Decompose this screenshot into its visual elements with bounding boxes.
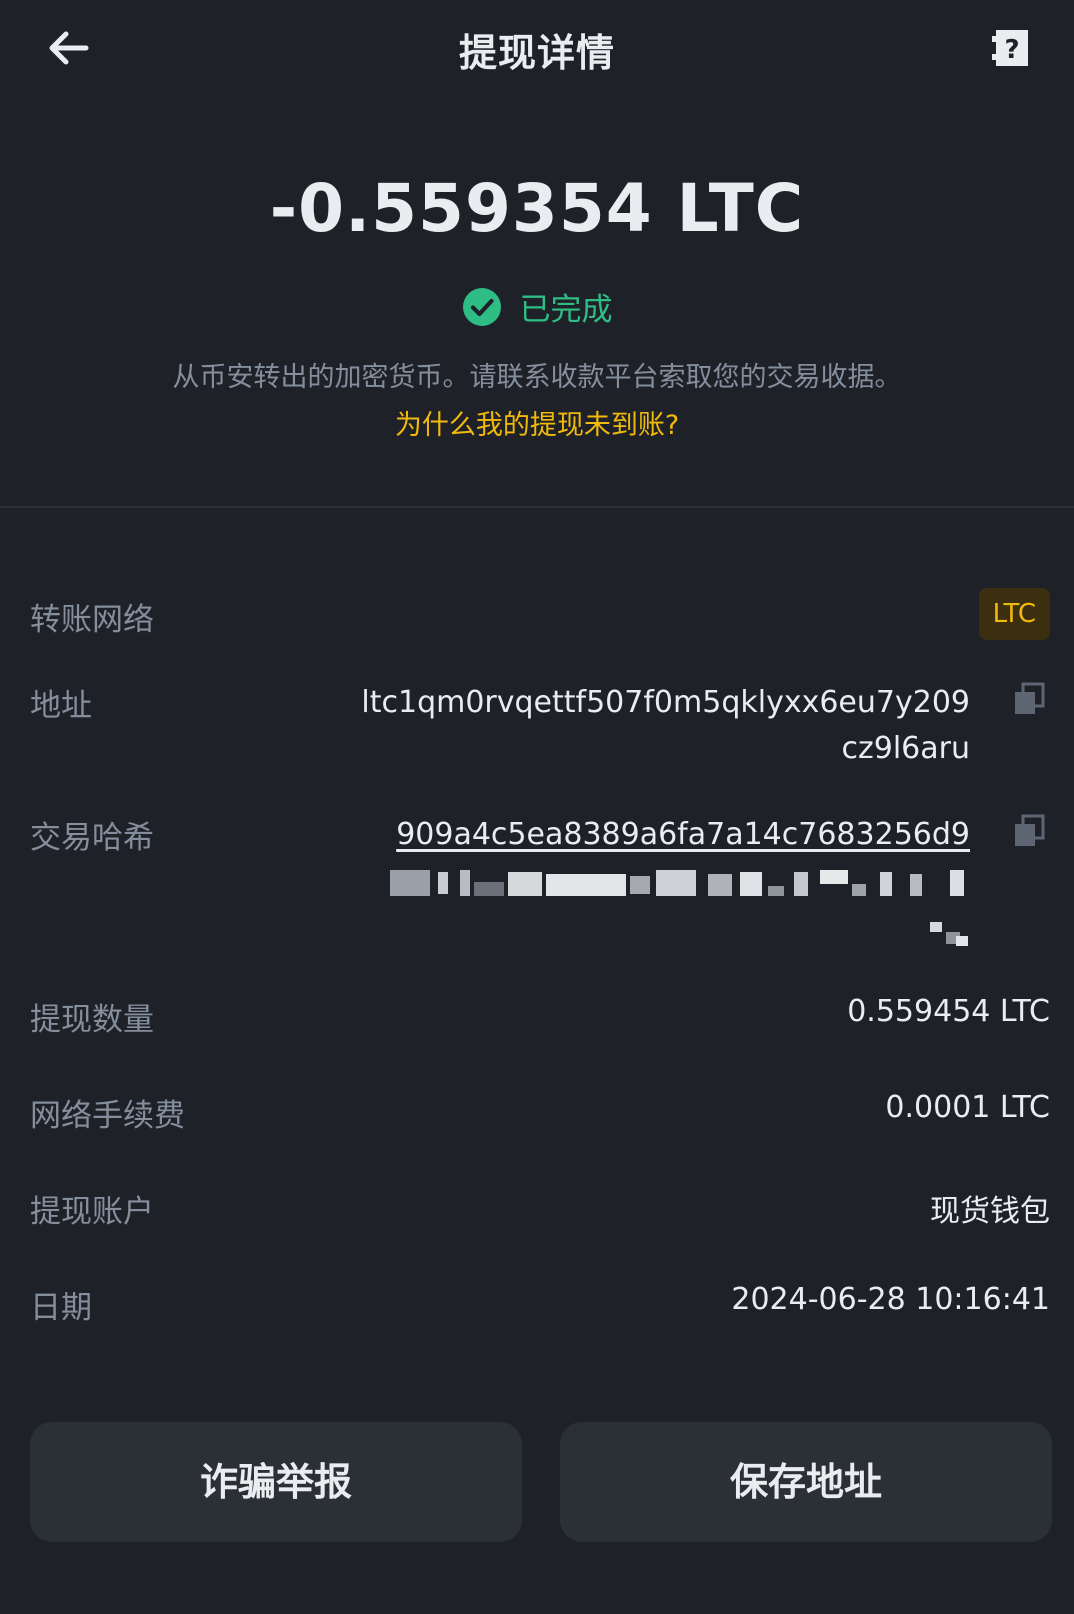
fee-value: 0.0001 LTC	[885, 1090, 1050, 1125]
why-not-received-link[interactable]: 为什么我的提现未到账?	[0, 403, 1074, 442]
network-label: 转账网络	[30, 602, 154, 638]
date-label: 日期	[30, 1290, 92, 1326]
txid-value[interactable]: 909a4c5ea8389a6fa7a14c7683256d9	[350, 812, 970, 858]
help-button[interactable]: ?	[990, 26, 1034, 70]
redacted-hash-text	[930, 922, 968, 946]
address-value: ltc1qm0rvqettf507f0m5qklyxx6eu7y209cz9l6…	[361, 685, 970, 766]
quantity-label: 提现数量	[30, 1002, 154, 1038]
status-row: 已完成	[0, 284, 1074, 329]
redacted-hash-text	[390, 870, 964, 896]
account-value: 现货钱包	[930, 1194, 1050, 1229]
save-address-button[interactable]: 保存地址	[560, 1422, 1052, 1542]
section-divider	[0, 506, 1074, 508]
page-title: 提现详情	[458, 31, 615, 75]
check-circle-icon	[462, 287, 501, 326]
network-badge: LTC	[978, 588, 1050, 640]
withdrawal-detail-screen: 提现详情 ? -0.559354 LTC 已完成 从币安转出的加密货币。请联系收…	[0, 0, 1074, 1614]
quantity-value: 0.559454 LTC	[847, 994, 1050, 1029]
copy-icon[interactable]	[1012, 682, 1046, 716]
date-value: 2024-06-28 10:16:41	[731, 1282, 1050, 1317]
svg-text:?: ?	[1004, 35, 1019, 65]
fee-label: 网络手续费	[30, 1098, 185, 1134]
withdrawal-amount: -0.559354 LTC	[269, 170, 805, 247]
account-label: 提现账户	[30, 1194, 154, 1230]
txid-label: 交易哈希	[30, 820, 154, 856]
status-text: 已完成	[519, 292, 613, 328]
address-label: 地址	[30, 688, 92, 724]
help-doc-icon: ?	[992, 30, 1028, 66]
report-fraud-button[interactable]: 诈骗举报	[30, 1422, 522, 1542]
info-note: 从币安转出的加密货币。请联系收款平台索取您的交易收据。	[172, 362, 902, 393]
copy-icon[interactable]	[1012, 814, 1046, 848]
top-bar: 提现详情 ?	[0, 0, 1074, 96]
